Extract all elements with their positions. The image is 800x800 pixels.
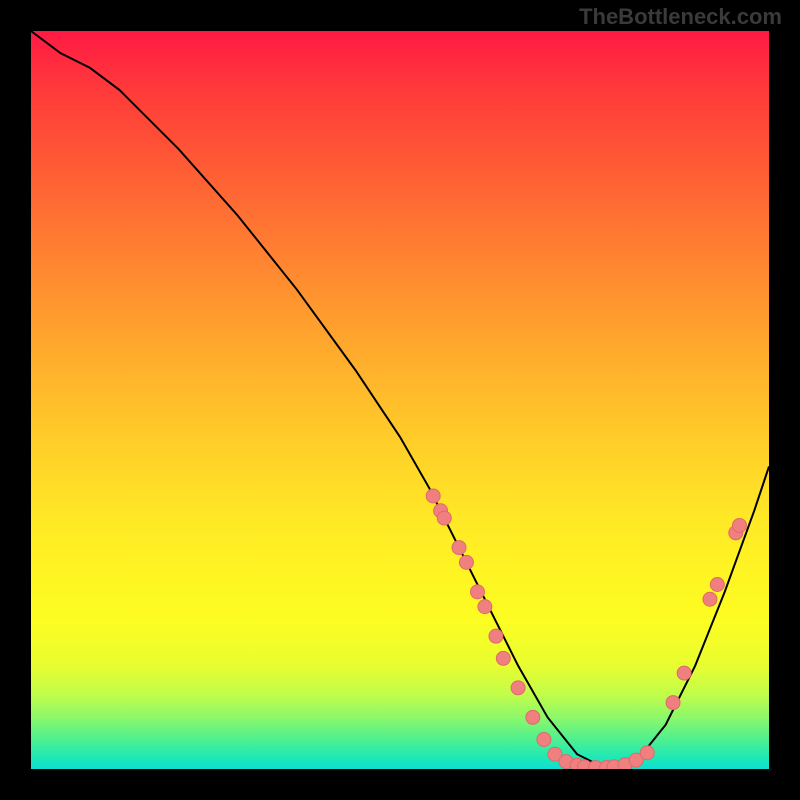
chart-marker — [496, 651, 510, 665]
chart-marker — [526, 710, 540, 724]
chart-marker — [471, 585, 485, 599]
chart-marker — [703, 592, 717, 606]
chart-markers — [426, 489, 746, 769]
chart-marker — [537, 732, 551, 746]
watermark-text: TheBottleneck.com — [579, 4, 782, 30]
chart-marker — [459, 555, 473, 569]
chart-marker — [640, 746, 654, 760]
chart-svg — [31, 31, 769, 769]
chart-marker — [710, 578, 724, 592]
chart-marker — [666, 696, 680, 710]
chart-marker — [437, 511, 451, 525]
chart-marker — [511, 681, 525, 695]
chart-marker — [478, 600, 492, 614]
chart-marker — [426, 489, 440, 503]
chart-line — [31, 31, 769, 769]
chart-marker — [732, 518, 746, 532]
chart-marker — [489, 629, 503, 643]
chart-marker — [677, 666, 691, 680]
chart-frame — [30, 30, 770, 770]
chart-marker — [452, 541, 466, 555]
